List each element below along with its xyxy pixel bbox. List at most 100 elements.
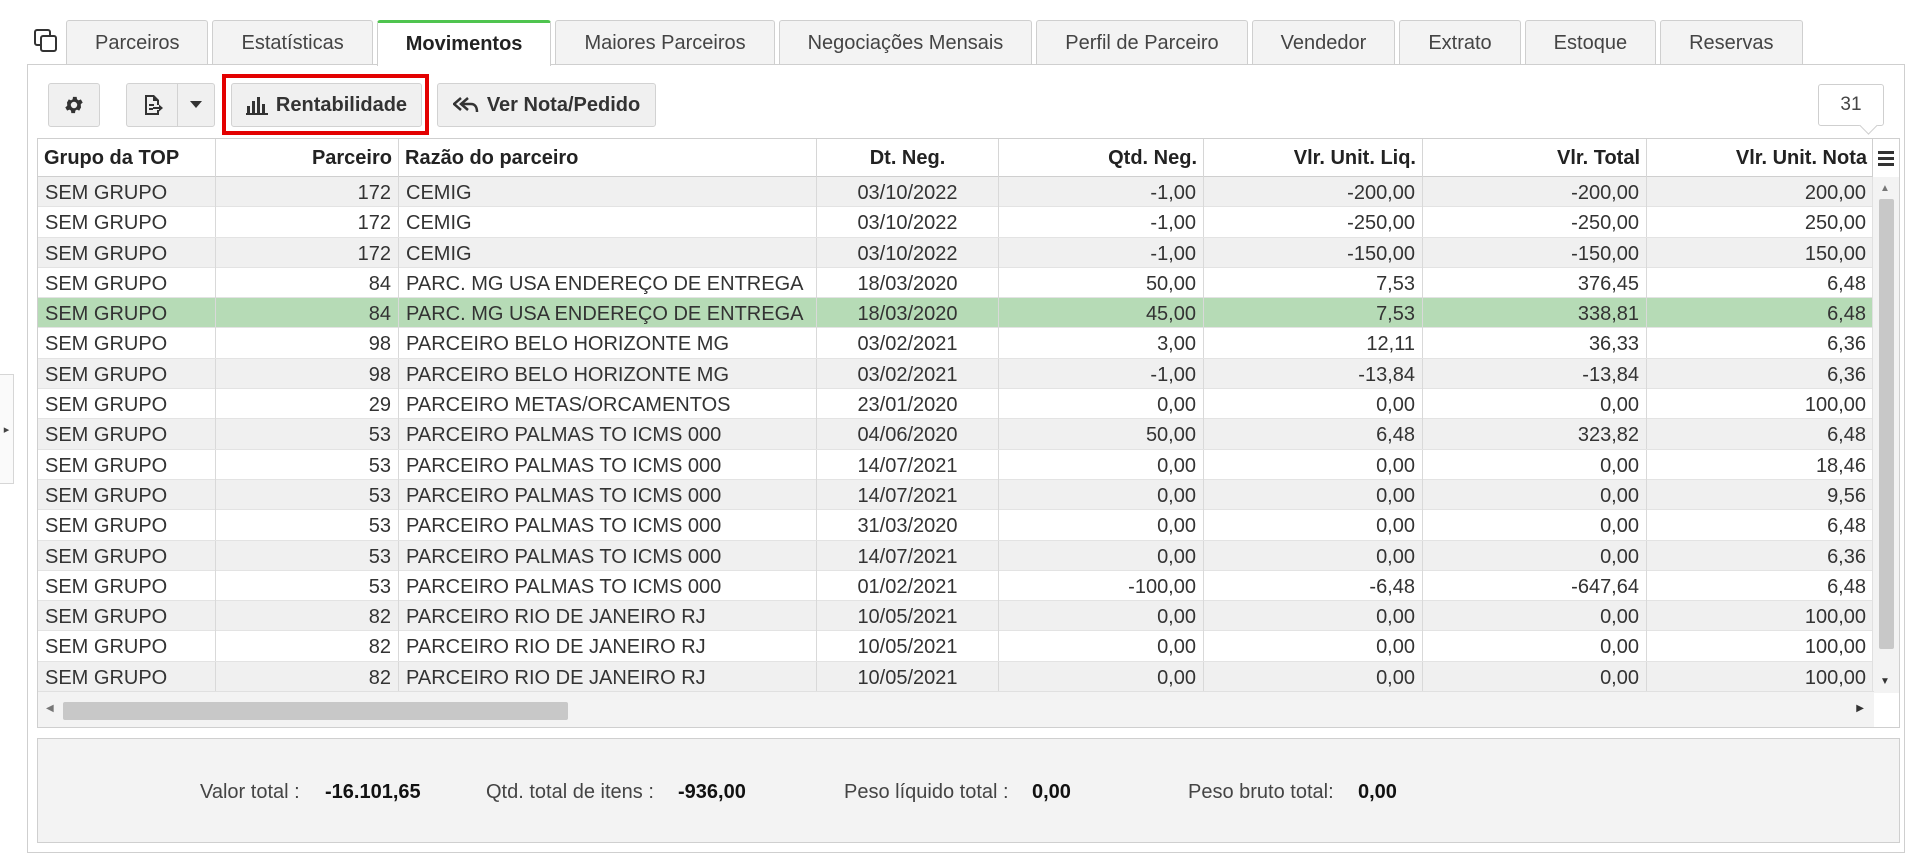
export-button[interactable] [126, 83, 178, 127]
tab-movimentos[interactable]: Movimentos [376, 20, 552, 66]
horizontal-scrollbar[interactable]: ◀ ▶ [38, 691, 1874, 727]
column-menu-icon[interactable] [1872, 139, 1899, 177]
ver-nota-pedido-label: Ver Nota/Pedido [486, 93, 641, 116]
tab-reservas[interactable]: Reservas [1660, 20, 1803, 65]
cell-dt-neg: 18/03/2020 [817, 267, 999, 298]
tab-vendedor[interactable]: Vendedor [1251, 20, 1396, 65]
table-row[interactable]: SEM GRUPO 172 CEMIG 03/10/2022 -1,00 -250,00-… [38, 207, 1874, 238]
cell-grupo-top: SEM GRUPO [38, 298, 216, 329]
scroll-down-icon[interactable]: ▼ [1880, 676, 1890, 687]
movimentos-grid: Grupo da TOP Parceiro Razão do parceiro … [37, 138, 1900, 728]
cell-qtd-neg: 3,00 [999, 328, 1204, 359]
cell-dt-neg: 18/03/2020 [817, 298, 999, 329]
peso-liquido-value: 0,00 [1032, 781, 1071, 803]
table-row[interactable]: SEM GRUPO 29 PARCEIRO METAS/ORCAMENTOS 23/0… [38, 389, 1874, 420]
tab-parceiros[interactable]: Parceiros [66, 20, 209, 65]
cell-vlr-unit-liq: -200,00 [1204, 177, 1423, 207]
cell-vlr-unit-nota: 18,46 [1647, 449, 1874, 480]
table-row[interactable]: SEM GRUPO 84 PARC. MG USA ENDEREÇO DE ENTR… [38, 298, 1874, 329]
cell-vlr-total: 0,00 [1423, 661, 1647, 692]
cell-grupo-top: SEM GRUPO [38, 631, 216, 662]
table-row[interactable]: SEM GRUPO 53 PARCEIRO PALMAS TO ICMS 000 14… [38, 449, 1874, 480]
side-panel-toggle[interactable]: ▸ [0, 374, 14, 484]
column-header-dt-neg[interactable]: Dt. Neg. [817, 139, 999, 177]
table-row[interactable]: SEM GRUPO 53 PARCEIRO PALMAS TO ICMS 000 31… [38, 510, 1874, 541]
cell-vlr-unit-nota: 6,36 [1647, 328, 1874, 359]
cell-dt-neg: 23/01/2020 [817, 389, 999, 420]
cell-razao: PARCEIRO BELO HORIZONTE MG [399, 328, 817, 359]
table-row[interactable]: SEM GRUPO 82 PARCEIRO RIO DE JANEIRO RJ 10/… [38, 661, 1874, 693]
ver-nota-pedido-button[interactable]: Ver Nota/Pedido [437, 83, 656, 127]
table-row[interactable]: SEM GRUPO 84 PARC. MG USA ENDEREÇO DE ENTR… [38, 267, 1874, 299]
table-row[interactable]: SEM GRUPO 98 PARCEIRO BELO HORIZONTE MG 03/… [38, 328, 1874, 359]
cell-razao: PARCEIRO PALMAS TO ICMS 000 [399, 570, 817, 601]
cell-razao: PARCEIRO RIO DE JANEIRO RJ [399, 631, 817, 662]
table-row[interactable]: SEM GRUPO 82 PARCEIRO RIO DE JANEIRO RJ 10/… [38, 601, 1874, 632]
cell-parceiro: 82 [216, 601, 399, 632]
cell-dt-neg: 03/02/2021 [817, 358, 999, 389]
rentabilidade-button[interactable]: Rentabilidade [231, 83, 422, 127]
scroll-right-icon[interactable]: ▶ [1856, 703, 1864, 714]
column-header-vlr-unit-nota[interactable]: Vlr. Unit. Nota [1647, 139, 1874, 177]
cell-dt-neg: 10/05/2021 [817, 601, 999, 632]
qtd-total-value: -936,00 [678, 781, 746, 803]
cell-qtd-neg: 0,00 [999, 479, 1204, 510]
scroll-left-icon[interactable]: ◀ [46, 703, 54, 714]
cell-parceiro: 53 [216, 449, 399, 480]
table-row[interactable]: SEM GRUPO 53 PARCEIRO PALMAS TO ICMS 000 14… [38, 540, 1874, 571]
column-header-qtd-neg[interactable]: Qtd. Neg. [999, 139, 1204, 177]
table-row[interactable]: SEM GRUPO 172 CEMIG 03/10/2022 -1,00 -200,00-… [38, 177, 1874, 208]
table-row[interactable]: SEM GRUPO 98 PARCEIRO BELO HORIZONTE MG 03/… [38, 358, 1874, 390]
vertical-scrollbar[interactable]: ▲ ▼ [1872, 177, 1899, 693]
table-row[interactable]: SEM GRUPO 82 PARCEIRO RIO DE JANEIRO RJ 10/… [38, 631, 1874, 662]
cell-qtd-neg: 0,00 [999, 661, 1204, 692]
cell-dt-neg: 14/07/2021 [817, 449, 999, 480]
table-row[interactable]: SEM GRUPO 53 PARCEIRO PALMAS TO ICMS 000 01… [38, 570, 1874, 602]
tab-estatisticas[interactable]: Estatísticas [212, 20, 373, 65]
valor-total-label: Valor total : [200, 781, 300, 803]
table-row[interactable]: SEM GRUPO 53 PARCEIRO PALMAS TO ICMS 000 04… [38, 419, 1874, 450]
vertical-scroll-thumb[interactable] [1879, 199, 1894, 649]
cell-grupo-top: SEM GRUPO [38, 237, 216, 268]
cell-qtd-neg: -100,00 [999, 570, 1204, 601]
cell-razao: PARCEIRO RIO DE JANEIRO RJ [399, 601, 817, 632]
cell-vlr-total: 0,00 [1423, 479, 1647, 510]
peso-bruto-value: 0,00 [1358, 781, 1397, 803]
tab-bar: Parceiros Estatísticas Movimentos Maiore… [66, 20, 1807, 66]
record-count-badge: 31 [1818, 84, 1884, 126]
cell-vlr-unit-nota: 100,00 [1647, 661, 1874, 692]
cell-razao: PARCEIRO PALMAS TO ICMS 000 [399, 419, 817, 450]
cell-grupo-top: SEM GRUPO [38, 449, 216, 480]
tab-extrato[interactable]: Extrato [1399, 20, 1521, 65]
column-header-parceiro[interactable]: Parceiro [216, 139, 399, 177]
cell-parceiro: 98 [216, 358, 399, 389]
export-dropdown-button[interactable] [177, 83, 215, 127]
cell-vlr-unit-liq: 7,53 [1204, 267, 1423, 298]
copy-icon[interactable] [33, 28, 59, 54]
tab-estoque[interactable]: Estoque [1524, 20, 1657, 65]
horizontal-scroll-thumb[interactable] [63, 702, 568, 720]
cell-qtd-neg: 0,00 [999, 540, 1204, 571]
column-header-vlr-unit-liq[interactable]: Vlr. Unit. Liq. [1204, 139, 1423, 177]
grid-body: SEM GRUPO 172 CEMIG 03/10/2022 -1,00 -200,00-… [38, 177, 1874, 693]
scroll-up-icon[interactable]: ▲ [1880, 183, 1890, 194]
cell-vlr-unit-liq: 0,00 [1204, 661, 1423, 692]
settings-button[interactable] [48, 83, 100, 127]
cell-vlr-unit-liq: 0,00 [1204, 510, 1423, 541]
cell-vlr-total: -200,00 [1423, 177, 1647, 207]
cell-vlr-unit-liq: 0,00 [1204, 601, 1423, 632]
tab-maiores-parceiros[interactable]: Maiores Parceiros [555, 20, 775, 65]
cell-vlr-unit-liq: 0,00 [1204, 631, 1423, 662]
table-row[interactable]: SEM GRUPO 53 PARCEIRO PALMAS TO ICMS 000 14… [38, 479, 1874, 511]
cell-razao: PARCEIRO PALMAS TO ICMS 000 [399, 540, 817, 571]
column-header-razao[interactable]: Razão do parceiro [399, 139, 817, 177]
tab-negociacoes-mensais[interactable]: Negociações Mensais [778, 20, 1033, 65]
column-header-grupo-top[interactable]: Grupo da TOP [38, 139, 216, 177]
cell-grupo-top: SEM GRUPO [38, 540, 216, 571]
cell-vlr-total: 0,00 [1423, 389, 1647, 420]
table-row[interactable]: SEM GRUPO 172 CEMIG 03/10/2022 -1,00 -150,00-… [38, 237, 1874, 268]
tab-perfil-de-parceiro[interactable]: Perfil de Parceiro [1036, 20, 1248, 65]
cell-vlr-unit-nota: 150,00 [1647, 237, 1874, 268]
cell-razao: CEMIG [399, 237, 817, 268]
column-header-vlr-total[interactable]: Vlr. Total [1423, 139, 1647, 177]
